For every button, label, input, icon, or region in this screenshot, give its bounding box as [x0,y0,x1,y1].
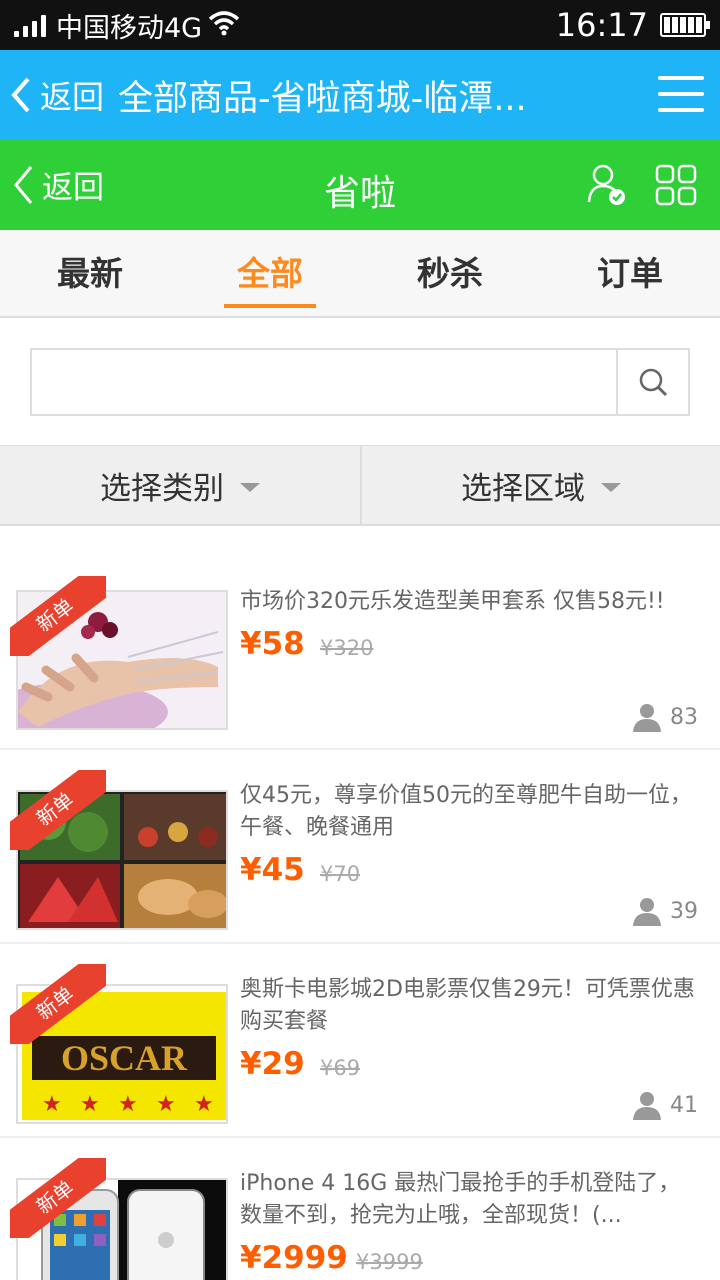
tab-orders[interactable]: 订单 [540,230,720,316]
new-deal-ribbon: 新单 [10,770,106,850]
deal-item[interactable]: 新单 市场价320元乐发造型美甲套系 仅售58元!! ¥58 ¥320 83 [0,552,720,750]
svg-text:★: ★ [118,1092,138,1117]
svg-text:★: ★ [156,1092,176,1117]
region-select[interactable]: 选择区域 [360,446,720,524]
person-icon [633,704,661,732]
tab-all[interactable]: 全部 [180,230,360,316]
deal-item[interactable]: 新单 iPhone 4 16G 最热门最抢手的手机登陆了，数量不到，抢完为止哦，… [0,1138,720,1280]
chevron-left-icon [14,165,33,204]
person-icon [633,1092,661,1120]
deal-item[interactable]: 新单 仅45元，尊享价值50元的至尊肥牛自助一位，午餐、晚餐通用 ¥45 ¥70… [0,750,720,944]
back-label: 返回 [42,170,104,206]
buyer-count-value: 83 [670,704,698,730]
search-area [0,318,720,446]
signal-icon [14,13,46,37]
deal-price: ¥58 [240,626,305,662]
filter-bar: 选择类别 选择区域 [0,446,720,526]
search-button[interactable] [616,350,688,414]
search-box [30,348,690,416]
region-select-label: 选择区域 [461,470,585,507]
wifi-icon [208,10,240,40]
deal-title: 奥斯卡电影城2D电影票仅售29元！可凭票优惠购买套餐 [240,977,695,1034]
oscar-logo-text: OSCAR [61,1038,188,1078]
browser-title: 全部商品-省啦商城-临潭... [118,78,527,119]
deal-price: ¥2999 [240,1240,348,1276]
new-deal-badge: 新单 [10,770,106,850]
caret-down-icon [601,482,621,492]
menu-icon[interactable] [658,76,704,112]
user-check-icon[interactable] [586,162,626,210]
carrier-label: 中国移动4G [56,12,203,44]
svg-text:★: ★ [42,1092,62,1117]
deal-original-price: ¥69 [320,1056,361,1080]
app-header: 返回 省啦 [0,140,720,230]
tab-latest[interactable]: 最新 [0,230,180,316]
new-deal-ribbon: 新单 [10,964,106,1044]
deal-price: ¥29 [240,1046,305,1082]
back-button[interactable]: 返回 [12,162,104,207]
clock: 16:17 [555,6,648,44]
deal-title: 市场价320元乐发造型美甲套系 仅售58元!! [240,589,665,614]
new-deal-ribbon: 新单 [10,576,106,656]
new-deal-ribbon: 新单 [10,1158,106,1238]
status-bar: 中国移动4G 16:17 [0,0,720,50]
buyer-count-value: 41 [670,1092,698,1118]
person-icon [633,898,661,926]
deal-title: iPhone 4 16G 最热门最抢手的手机登陆了，数量不到，抢完为止哦，全部现… [240,1171,681,1228]
browser-back-button[interactable]: 返回 [10,72,104,118]
deal-title: 仅45元，尊享价值50元的至尊肥牛自助一位，午餐、晚餐通用 [240,783,692,840]
battery-icon [660,13,710,37]
new-deal-badge: 新单 [10,964,106,1044]
svg-text:★: ★ [194,1092,214,1117]
category-select-label: 选择类别 [100,470,224,507]
deal-original-price: ¥320 [320,636,374,660]
deal-item[interactable]: OSCAR ★ ★ ★ ★ ★ 新单 奥斯卡电影城2D电影票仅售29元！可凭票优… [0,944,720,1138]
grid-icon[interactable] [655,164,697,210]
chevron-left-icon [11,77,30,113]
buyer-count: 83 [632,702,698,732]
new-deal-badge: 新单 [10,576,106,656]
deal-price: ¥45 [240,852,305,888]
deal-original-price: ¥70 [320,862,361,886]
search-input[interactable] [32,350,618,414]
new-deal-badge: 新单 [10,1158,106,1238]
tab-flash-sale[interactable]: 秒杀 [360,230,540,316]
category-select[interactable]: 选择类别 [0,446,360,524]
tab-bar: 最新 全部 秒杀 订单 [0,230,720,318]
svg-text:★: ★ [80,1092,100,1117]
deal-original-price: ¥3999 [356,1250,423,1274]
caret-down-icon [240,482,260,492]
buyer-count: 41 [632,1090,698,1120]
browser-bar: 返回 全部商品-省啦商城-临潭... [0,50,720,140]
buyer-count-value: 39 [670,898,698,924]
buyer-count: 39 [632,896,698,926]
browser-back-label: 返回 [40,78,105,116]
search-icon [639,368,668,397]
